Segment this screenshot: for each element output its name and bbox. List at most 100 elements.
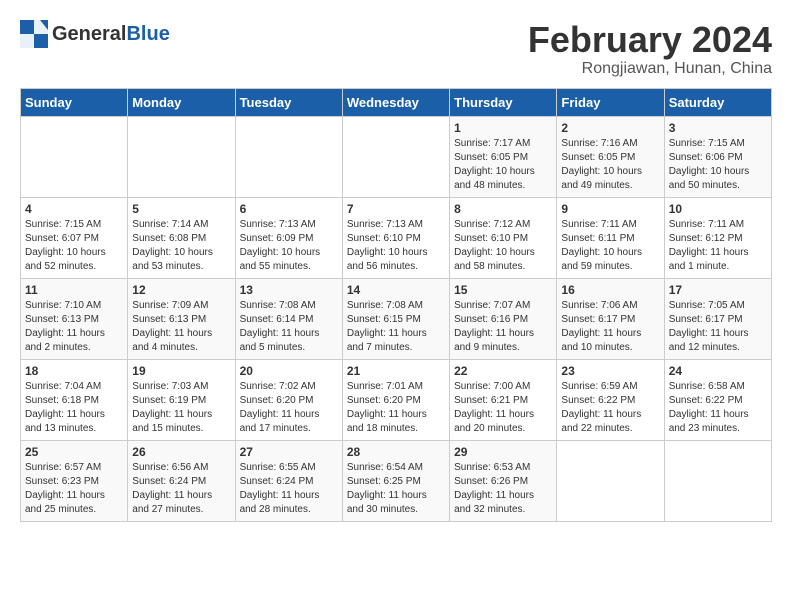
day-info: Sunrise: 7:11 AM Sunset: 6:11 PM Dayligh… xyxy=(561,218,659,274)
day-number: 15 xyxy=(454,283,552,297)
calendar-cell: 22 Sunrise: 7:00 AM Sunset: 6:21 PM Dayli… xyxy=(450,359,557,440)
day-info: Sunrise: 6:54 AM Sunset: 6:25 PM Dayligh… xyxy=(347,461,445,517)
calendar-cell: 28 Sunrise: 6:54 AM Sunset: 6:25 PM Dayli… xyxy=(342,440,449,521)
day-info: Sunrise: 7:14 AM Sunset: 6:08 PM Dayligh… xyxy=(132,218,230,274)
day-info: Sunrise: 7:08 AM Sunset: 6:14 PM Dayligh… xyxy=(240,299,338,355)
calendar-cell: 9 Sunrise: 7:11 AM Sunset: 6:11 PM Daylig… xyxy=(557,197,664,278)
day-info: Sunrise: 7:02 AM Sunset: 6:20 PM Dayligh… xyxy=(240,380,338,436)
calendar-cell: 21 Sunrise: 7:01 AM Sunset: 6:20 PM Dayli… xyxy=(342,359,449,440)
calendar-header-friday: Friday xyxy=(557,88,664,116)
day-number: 2 xyxy=(561,121,659,135)
day-number: 9 xyxy=(561,202,659,216)
calendar-header-row: SundayMondayTuesdayWednesdayThursdayFrid… xyxy=(21,88,772,116)
day-number: 22 xyxy=(454,364,552,378)
day-number: 19 xyxy=(132,364,230,378)
day-info: Sunrise: 7:09 AM Sunset: 6:13 PM Dayligh… xyxy=(132,299,230,355)
day-info: Sunrise: 7:07 AM Sunset: 6:16 PM Dayligh… xyxy=(454,299,552,355)
day-number: 13 xyxy=(240,283,338,297)
day-number: 8 xyxy=(454,202,552,216)
calendar-cell xyxy=(21,116,128,197)
logo-blue-text: Blue xyxy=(126,23,169,45)
calendar-cell xyxy=(235,116,342,197)
calendar-week-row: 1Sunrise: 7:17 AM Sunset: 6:05 PM Daylig… xyxy=(21,116,772,197)
calendar-header-monday: Monday xyxy=(128,88,235,116)
day-number: 28 xyxy=(347,445,445,459)
day-number: 11 xyxy=(25,283,123,297)
day-info: Sunrise: 7:04 AM Sunset: 6:18 PM Dayligh… xyxy=(25,380,123,436)
calendar-cell: 24 Sunrise: 6:58 AM Sunset: 6:22 PM Dayli… xyxy=(664,359,771,440)
calendar-cell xyxy=(557,440,664,521)
calendar-cell: 13 Sunrise: 7:08 AM Sunset: 6:14 PM Dayli… xyxy=(235,278,342,359)
day-info: Sunrise: 6:57 AM Sunset: 6:23 PM Dayligh… xyxy=(25,461,123,517)
calendar-cell: 19 Sunrise: 7:03 AM Sunset: 6:19 PM Dayli… xyxy=(128,359,235,440)
day-info: Sunrise: 7:10 AM Sunset: 6:13 PM Dayligh… xyxy=(25,299,123,355)
day-number: 23 xyxy=(561,364,659,378)
calendar-cell: 11 Sunrise: 7:10 AM Sunset: 6:13 PM Dayli… xyxy=(21,278,128,359)
calendar-cell: 8 Sunrise: 7:12 AM Sunset: 6:10 PM Daylig… xyxy=(450,197,557,278)
calendar-cell: 2 Sunrise: 7:16 AM Sunset: 6:05 PM Daylig… xyxy=(557,116,664,197)
logo-general-text: General xyxy=(52,23,126,45)
calendar-cell: 25 Sunrise: 6:57 AM Sunset: 6:23 PM Dayli… xyxy=(21,440,128,521)
calendar-cell xyxy=(664,440,771,521)
day-info: Sunrise: 7:15 AM Sunset: 6:07 PM Dayligh… xyxy=(25,218,123,274)
day-info: Sunrise: 7:06 AM Sunset: 6:17 PM Dayligh… xyxy=(561,299,659,355)
calendar-cell: 4 Sunrise: 7:15 AM Sunset: 6:07 PM Daylig… xyxy=(21,197,128,278)
day-number: 24 xyxy=(669,364,767,378)
day-info: Sunrise: 7:03 AM Sunset: 6:19 PM Dayligh… xyxy=(132,380,230,436)
calendar-cell: 14Sunrise: 7:08 AM Sunset: 6:15 PM Dayli… xyxy=(342,278,449,359)
day-number: 21 xyxy=(347,364,445,378)
month-title: February 2024 xyxy=(528,20,772,60)
calendar-week-row: 4 Sunrise: 7:15 AM Sunset: 6:07 PM Daylig… xyxy=(21,197,772,278)
calendar-cell: 29Sunrise: 6:53 AM Sunset: 6:26 PM Dayli… xyxy=(450,440,557,521)
calendar-cell: 23Sunrise: 6:59 AM Sunset: 6:22 PM Dayli… xyxy=(557,359,664,440)
day-number: 25 xyxy=(25,445,123,459)
day-number: 16 xyxy=(561,283,659,297)
location-title: Rongjiawan, Hunan, China xyxy=(528,60,772,78)
calendar-cell: 7 Sunrise: 7:13 AM Sunset: 6:10 PM Daylig… xyxy=(342,197,449,278)
day-info: Sunrise: 7:16 AM Sunset: 6:05 PM Dayligh… xyxy=(561,137,659,193)
day-info: Sunrise: 7:12 AM Sunset: 6:10 PM Dayligh… xyxy=(454,218,552,274)
calendar-week-row: 25 Sunrise: 6:57 AM Sunset: 6:23 PM Dayli… xyxy=(21,440,772,521)
day-info: Sunrise: 7:05 AM Sunset: 6:17 PM Dayligh… xyxy=(669,299,767,355)
day-number: 12 xyxy=(132,283,230,297)
calendar-table: SundayMondayTuesdayWednesdayThursdayFrid… xyxy=(20,88,772,522)
day-number: 26 xyxy=(132,445,230,459)
calendar-cell: 15 Sunrise: 7:07 AM Sunset: 6:16 PM Dayli… xyxy=(450,278,557,359)
day-number: 4 xyxy=(25,202,123,216)
day-number: 17 xyxy=(669,283,767,297)
day-number: 14 xyxy=(347,283,445,297)
calendar-cell: 1Sunrise: 7:17 AM Sunset: 6:05 PM Daylig… xyxy=(450,116,557,197)
day-number: 3 xyxy=(669,121,767,135)
calendar-cell xyxy=(128,116,235,197)
title-area: February 2024 Rongjiawan, Hunan, China xyxy=(528,20,772,78)
calendar-cell: 26 Sunrise: 6:56 AM Sunset: 6:24 PM Dayli… xyxy=(128,440,235,521)
calendar-cell: 6 Sunrise: 7:13 AM Sunset: 6:09 PM Daylig… xyxy=(235,197,342,278)
logo: GeneralBlue xyxy=(20,20,170,48)
day-number: 6 xyxy=(240,202,338,216)
logo-icon xyxy=(20,20,48,48)
calendar-header-saturday: Saturday xyxy=(664,88,771,116)
calendar-week-row: 18Sunrise: 7:04 AM Sunset: 6:18 PM Dayli… xyxy=(21,359,772,440)
day-info: Sunrise: 6:56 AM Sunset: 6:24 PM Dayligh… xyxy=(132,461,230,517)
day-number: 7 xyxy=(347,202,445,216)
calendar-cell: 10 Sunrise: 7:11 AM Sunset: 6:12 PM Dayli… xyxy=(664,197,771,278)
day-number: 10 xyxy=(669,202,767,216)
day-info: Sunrise: 7:13 AM Sunset: 6:09 PM Dayligh… xyxy=(240,218,338,274)
day-info: Sunrise: 6:58 AM Sunset: 6:22 PM Dayligh… xyxy=(669,380,767,436)
page-header: GeneralBlue February 2024 Rongjiawan, Hu… xyxy=(20,20,772,78)
calendar-cell: 3 Sunrise: 7:15 AM Sunset: 6:06 PM Daylig… xyxy=(664,116,771,197)
calendar-cell: 12 Sunrise: 7:09 AM Sunset: 6:13 PM Dayli… xyxy=(128,278,235,359)
calendar-header-thursday: Thursday xyxy=(450,88,557,116)
calendar-header-tuesday: Tuesday xyxy=(235,88,342,116)
day-info: Sunrise: 7:11 AM Sunset: 6:12 PM Dayligh… xyxy=(669,218,767,274)
day-number: 1 xyxy=(454,121,552,135)
day-info: Sunrise: 7:01 AM Sunset: 6:20 PM Dayligh… xyxy=(347,380,445,436)
day-info: Sunrise: 7:13 AM Sunset: 6:10 PM Dayligh… xyxy=(347,218,445,274)
day-info: Sunrise: 7:15 AM Sunset: 6:06 PM Dayligh… xyxy=(669,137,767,193)
day-info: Sunrise: 7:00 AM Sunset: 6:21 PM Dayligh… xyxy=(454,380,552,436)
calendar-cell: 27Sunrise: 6:55 AM Sunset: 6:24 PM Dayli… xyxy=(235,440,342,521)
calendar-week-row: 11 Sunrise: 7:10 AM Sunset: 6:13 PM Dayli… xyxy=(21,278,772,359)
calendar-cell: 16 Sunrise: 7:06 AM Sunset: 6:17 PM Dayli… xyxy=(557,278,664,359)
day-number: 29 xyxy=(454,445,552,459)
day-number: 20 xyxy=(240,364,338,378)
